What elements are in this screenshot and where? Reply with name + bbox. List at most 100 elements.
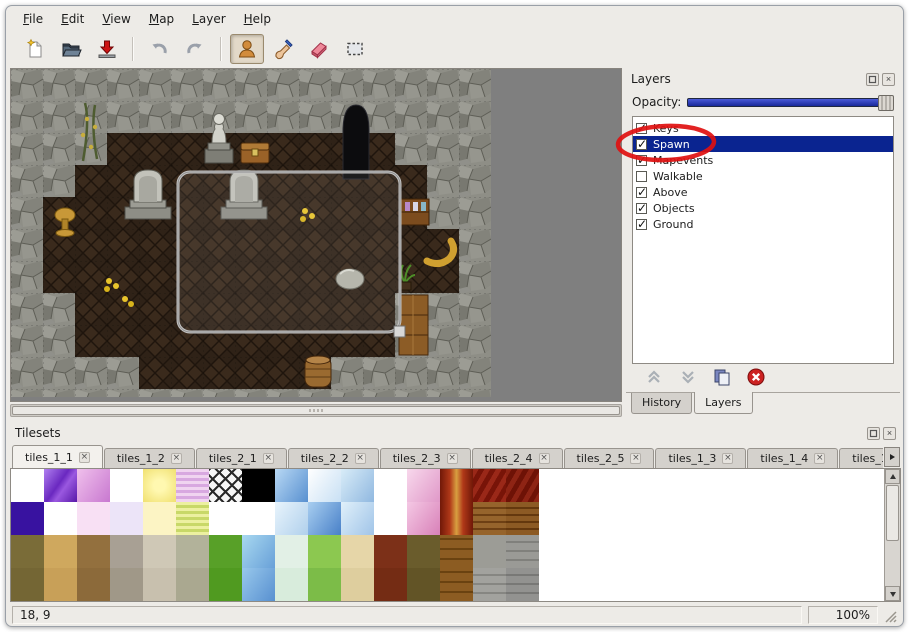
tileset-tab-tiles_1_5[interactable]: tiles_1_5×	[839, 448, 883, 468]
undo-button[interactable]	[142, 34, 176, 64]
tileset-tile[interactable]	[242, 469, 275, 502]
map-horizontal-scrollbar[interactable]	[10, 404, 622, 417]
tileset-tab-tiles_1_3[interactable]: tiles_1_3×	[655, 448, 746, 468]
tileset-tile[interactable]	[11, 568, 44, 601]
tileset-tile[interactable]	[407, 469, 440, 502]
tileset-tile[interactable]	[506, 469, 539, 502]
tileset-tile[interactable]	[44, 469, 77, 502]
eraser-tool-button[interactable]	[302, 34, 336, 64]
tileset-tile[interactable]	[209, 469, 242, 502]
tileset-tile[interactable]	[341, 469, 374, 502]
layer-row-walkable[interactable]: Walkable	[633, 168, 893, 184]
close-tab-icon[interactable]: ×	[263, 453, 274, 464]
layer-row-keys[interactable]: Keys	[633, 120, 893, 136]
close-tab-icon[interactable]: ×	[171, 453, 182, 464]
tileset-tile[interactable]	[506, 568, 539, 601]
close-tab-icon[interactable]: ×	[814, 453, 825, 464]
tileset-tile[interactable]	[407, 568, 440, 601]
map-canvas[interactable]	[11, 69, 491, 397]
tileset-tile[interactable]	[242, 502, 275, 535]
tileset-tile[interactable]	[110, 502, 143, 535]
tileset-tile[interactable]	[506, 535, 539, 568]
dock-tab-history[interactable]: History	[631, 393, 692, 414]
save-button[interactable]	[90, 34, 124, 64]
layer-row-mapevents[interactable]: Mapevents	[633, 152, 893, 168]
layer-row-objects[interactable]: Objects	[633, 200, 893, 216]
tileset-tile[interactable]	[440, 535, 473, 568]
open-button[interactable]	[54, 34, 88, 64]
tileset-tab-tiles_2_4[interactable]: tiles_2_4×	[472, 448, 563, 468]
close-tab-icon[interactable]: ×	[447, 453, 458, 464]
tileset-tile[interactable]	[473, 469, 506, 502]
tileset-tab-tiles_2_1[interactable]: tiles_2_1×	[196, 448, 287, 468]
opacity-slider[interactable]	[687, 98, 894, 107]
tileset-tile[interactable]	[374, 535, 407, 568]
tileset-tile[interactable]	[110, 568, 143, 601]
tileset-tile[interactable]	[506, 502, 539, 535]
redo-button[interactable]	[178, 34, 212, 64]
tileset-tile[interactable]	[143, 568, 176, 601]
tileset-vertical-scrollbar[interactable]	[884, 469, 900, 601]
tileset-tile[interactable]	[110, 535, 143, 568]
layer-visibility-checkbox[interactable]	[636, 203, 647, 214]
scroll-up-icon[interactable]	[885, 469, 900, 484]
layer-visibility-checkbox[interactable]	[636, 219, 647, 230]
selection-resize-handle[interactable]	[394, 326, 405, 337]
tileset-tile[interactable]	[407, 502, 440, 535]
delete-layer-button[interactable]	[744, 366, 768, 390]
raise-layer-button[interactable]	[642, 366, 666, 390]
layer-visibility-checkbox[interactable]	[636, 187, 647, 198]
close-panel-icon[interactable]: ×	[882, 73, 895, 86]
menu-item-help[interactable]: Help	[235, 9, 280, 29]
tileset-tile[interactable]	[11, 469, 44, 502]
tileset-tile[interactable]	[143, 502, 176, 535]
scrollbar-trough[interactable]	[885, 484, 900, 586]
menu-item-file[interactable]: File	[14, 9, 52, 29]
select-tool-button[interactable]	[338, 34, 372, 64]
opacity-slider-handle[interactable]	[878, 95, 894, 111]
layer-visibility-checkbox[interactable]	[636, 139, 647, 150]
tileset-tile[interactable]	[143, 469, 176, 502]
tileset-tile[interactable]	[176, 568, 209, 601]
tileset-tile[interactable]	[275, 469, 308, 502]
tileset-tab-tiles_1_4[interactable]: tiles_1_4×	[747, 448, 838, 468]
scroll-tabs-right-button[interactable]	[884, 447, 900, 467]
map-viewport[interactable]	[10, 68, 622, 402]
tileset-tile[interactable]	[473, 568, 506, 601]
layer-row-above[interactable]: Above	[633, 184, 893, 200]
tileset-tile[interactable]	[275, 568, 308, 601]
scrollbar-thumb[interactable]	[886, 485, 899, 541]
layer-row-ground[interactable]: Ground	[633, 216, 893, 232]
tileset-tile[interactable]	[374, 502, 407, 535]
tileset-tile[interactable]	[77, 469, 110, 502]
tileset-tile[interactable]	[176, 469, 209, 502]
close-tab-icon[interactable]: ×	[79, 452, 90, 463]
layer-visibility-checkbox[interactable]	[636, 171, 647, 182]
tileset-tile[interactable]	[209, 535, 242, 568]
tileset-tile[interactable]	[77, 568, 110, 601]
tileset-tile[interactable]	[374, 469, 407, 502]
close-tab-icon[interactable]: ×	[539, 453, 550, 464]
menu-item-view[interactable]: View	[93, 9, 139, 29]
layer-visibility-checkbox[interactable]	[636, 155, 647, 166]
tileset-tile[interactable]	[308, 535, 341, 568]
float-panel-button[interactable]	[867, 427, 880, 440]
tileset-tile[interactable]	[374, 568, 407, 601]
tileset-tab-tiles_2_2[interactable]: tiles_2_2×	[288, 448, 379, 468]
tileset-tile[interactable]	[407, 535, 440, 568]
layer-row-spawn[interactable]: Spawn	[633, 136, 893, 152]
menu-item-layer[interactable]: Layer	[183, 9, 234, 29]
tileset-tile[interactable]	[176, 535, 209, 568]
tileset-tile[interactable]	[275, 535, 308, 568]
tileset-canvas[interactable]	[10, 468, 901, 602]
scroll-down-icon[interactable]	[885, 586, 900, 601]
tileset-tile[interactable]	[44, 502, 77, 535]
tileset-tile[interactable]	[440, 502, 473, 535]
tileset-tab-tiles_2_3[interactable]: tiles_2_3×	[380, 448, 471, 468]
tileset-tile[interactable]	[44, 535, 77, 568]
tileset-tile[interactable]	[341, 502, 374, 535]
tileset-tab-tiles_1_2[interactable]: tiles_1_2×	[104, 448, 195, 468]
tileset-tile[interactable]	[473, 502, 506, 535]
tileset-tile[interactable]	[341, 568, 374, 601]
tileset-tile[interactable]	[77, 502, 110, 535]
